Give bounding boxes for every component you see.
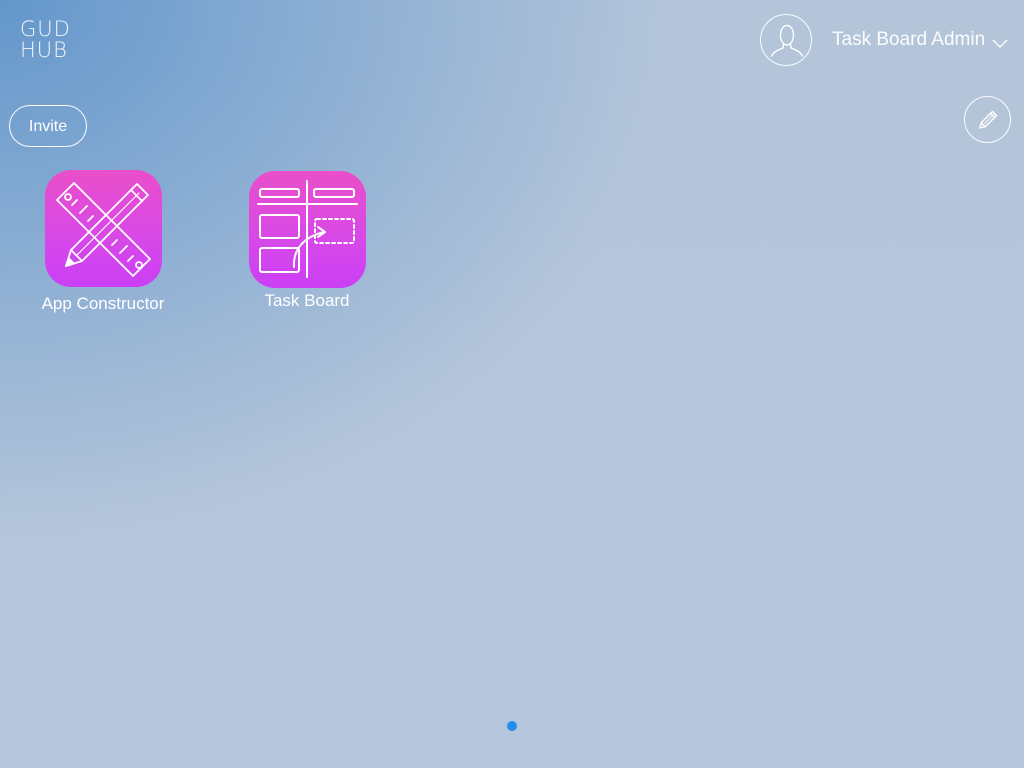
gudhub-logo[interactable]: GUD HUB bbox=[20, 19, 80, 61]
logo-line-1: GUD bbox=[20, 17, 71, 41]
app-tile-task-board[interactable]: Task Board bbox=[232, 171, 382, 311]
pencil-ruler-icon bbox=[55, 182, 151, 277]
logo-line-2: HUB bbox=[20, 38, 68, 62]
pencil-icon bbox=[978, 110, 997, 129]
invite-button[interactable]: Invite bbox=[9, 105, 87, 147]
task-board-label[interactable]: Task Board bbox=[232, 291, 382, 311]
edit-button[interactable] bbox=[964, 96, 1011, 143]
user-name[interactable]: Task Board Admin bbox=[832, 29, 985, 51]
user-silhouette-icon bbox=[770, 24, 804, 57]
app-constructor-app-icon[interactable] bbox=[44, 170, 162, 287]
page-indicator-dot-active[interactable] bbox=[507, 721, 517, 731]
task-board-app-icon[interactable] bbox=[248, 171, 366, 288]
user-menu[interactable]: Task Board Admin bbox=[760, 12, 1009, 68]
chevron-down-icon[interactable] bbox=[991, 37, 1009, 49]
app-tile-app-constructor[interactable]: App Constructor bbox=[28, 170, 178, 314]
app-constructor-label[interactable]: App Constructor bbox=[28, 294, 178, 314]
user-avatar[interactable] bbox=[760, 14, 812, 66]
kanban-board-icon bbox=[256, 180, 358, 278]
desktop-background bbox=[0, 0, 1024, 768]
